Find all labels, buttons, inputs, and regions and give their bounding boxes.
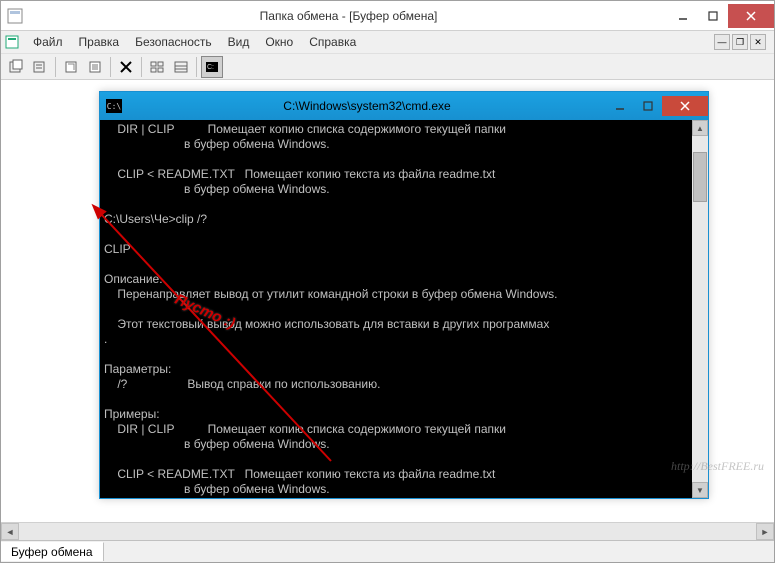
cmd-minimize-button[interactable] (606, 96, 634, 116)
menubar: Файл Правка Безопасность Вид Окно Справк… (1, 31, 774, 54)
scroll-down-arrow-icon[interactable]: ▼ (692, 482, 708, 498)
cmd-line: C:\Users\Че>clip /? (104, 212, 207, 226)
watermark: http://BestFREE.ru (671, 459, 764, 474)
status-tab[interactable]: Буфер обмена (1, 542, 104, 561)
maximize-button[interactable] (698, 4, 728, 28)
toolbar-cmd-button[interactable]: C: (201, 56, 223, 78)
hscroll-right-arrow-icon[interactable]: ► (756, 523, 774, 540)
cmd-line: Примеры: (104, 407, 160, 421)
menu-help[interactable]: Справка (301, 33, 364, 51)
app-icon (7, 8, 23, 24)
client-area: C:\ C:\Windows\system32\cmd.exe DIR | CL… (1, 80, 774, 522)
toolbar-separator-1 (55, 57, 56, 77)
scroll-up-arrow-icon[interactable]: ▲ (692, 120, 708, 136)
toolbar-separator-3 (141, 57, 142, 77)
close-button[interactable] (728, 4, 774, 28)
hscroll-left-arrow-icon[interactable]: ◄ (1, 523, 19, 540)
menu-file[interactable]: Файл (25, 33, 71, 51)
mdi-restore-button[interactable]: ❐ (732, 34, 748, 50)
cmd-line: в буфер обмена Windows. (104, 437, 330, 451)
mdi-controls: — ❐ ✕ (714, 34, 770, 50)
toolbar-delete-button[interactable] (115, 56, 137, 78)
window-controls (668, 4, 774, 28)
window-title: Папка обмена - [Буфер обмена] (29, 9, 668, 23)
cmd-close-button[interactable] (662, 96, 708, 116)
cmd-icon: C:\ (106, 99, 122, 113)
toolbar-separator-2 (110, 57, 111, 77)
cmd-titlebar[interactable]: C:\ C:\Windows\system32\cmd.exe (100, 92, 708, 120)
mdi-minimize-button[interactable]: — (714, 34, 730, 50)
cmd-line: DIR | CLIP Помещает копию списка содержи… (104, 422, 506, 436)
app-window: Папка обмена - [Буфер обмена] Файл Правк… (0, 0, 775, 563)
cmd-line: в буфер обмена Windows. (104, 482, 330, 496)
cmd-line: Параметры: (104, 362, 171, 376)
cmd-line: Этот текстовый вывод можно использовать … (104, 317, 549, 331)
mdi-close-button[interactable]: ✕ (750, 34, 766, 50)
cmd-line: Описание. (104, 272, 163, 286)
toolbar-separator-4 (196, 57, 197, 77)
hscroll-track[interactable] (19, 523, 756, 540)
cmd-line: в буфер обмена Windows. (104, 137, 330, 151)
toolbar-btn-2[interactable] (29, 56, 51, 78)
scroll-thumb[interactable] (693, 152, 707, 202)
toolbar-btn-1[interactable] (5, 56, 27, 78)
svg-text:C:: C: (207, 64, 214, 71)
cmd-line: . (104, 332, 107, 346)
cmd-line: Перенаправляет вывод от утилит командной… (104, 287, 557, 301)
minimize-button[interactable] (668, 4, 698, 28)
cmd-line: DIR | CLIP Помещает копию списка содержи… (104, 122, 506, 136)
cmd-line: в буфер обмена Windows. (104, 182, 330, 196)
toolbar-btn-3[interactable] (60, 56, 82, 78)
cmd-line: /? Вывод справки по использованию. (104, 377, 380, 391)
statusbar: Буфер обмена (1, 540, 774, 562)
toolbar-view-1[interactable] (146, 56, 168, 78)
horizontal-scrollbar[interactable]: ◄ ► (1, 522, 774, 540)
cmd-title: C:\Windows\system32\cmd.exe (128, 99, 606, 113)
cmd-line: CLIP (104, 242, 131, 256)
toolbar-btn-4[interactable] (84, 56, 106, 78)
cmd-line: CLIP < README.TXT Помещает копию текста … (104, 167, 495, 181)
menu-security[interactable]: Безопасность (127, 33, 220, 51)
cmd-line: CLIP < README.TXT Помещает копию текста … (104, 467, 495, 481)
scroll-track[interactable] (692, 136, 708, 482)
toolbar: C: (1, 54, 774, 80)
menu-edit[interactable]: Правка (71, 33, 128, 51)
menu-view[interactable]: Вид (220, 33, 258, 51)
menu-icon (5, 34, 21, 50)
menu-window[interactable]: Окно (257, 33, 301, 51)
titlebar: Папка обмена - [Буфер обмена] (1, 1, 774, 31)
toolbar-view-2[interactable] (170, 56, 192, 78)
cmd-maximize-button[interactable] (634, 96, 662, 116)
cmd-scrollbar[interactable]: ▲ ▼ (692, 120, 708, 498)
